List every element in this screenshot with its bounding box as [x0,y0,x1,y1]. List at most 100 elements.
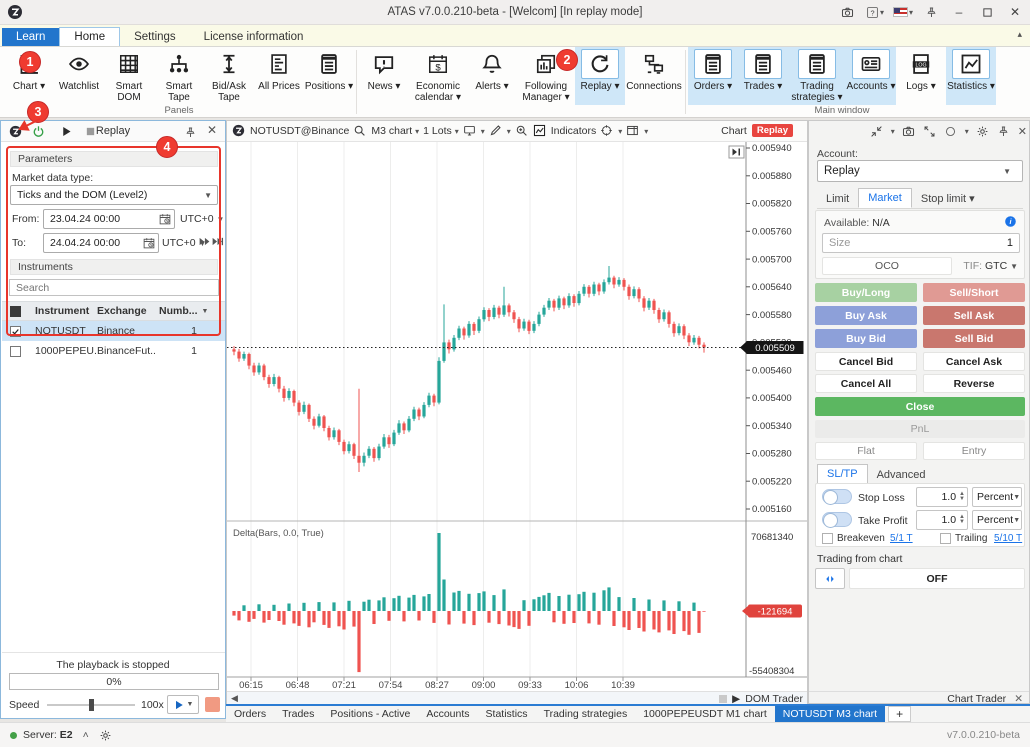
chart-trading-arrows-button[interactable] [815,568,845,589]
breakeven-checkbox[interactable] [822,533,833,544]
fast-forward-icon[interactable] [198,235,211,248]
instrument-row-1000pepeu[interactable]: 1000PEPEU...BinanceFut...1 [2,341,225,361]
crosshair-icon[interactable] [600,124,614,138]
scroll-right-icon[interactable]: ▶ [732,693,740,705]
buy-ask-button[interactable]: Buy Ask [815,306,917,325]
menu-tab-home[interactable]: Home [59,27,120,46]
cancel-ask-button[interactable]: Cancel Ask [923,352,1025,371]
pin-icon[interactable] [997,125,1011,139]
settings-gear-icon[interactable] [99,729,112,742]
slider-thumb[interactable] [89,699,94,711]
order-tab-stop-limit[interactable]: Stop limit ▾ [912,189,984,208]
ribbon-button-watchlist[interactable]: Watchlist [54,47,104,105]
skip-to-end-icon[interactable] [211,235,224,248]
pin-panel-icon[interactable] [181,124,199,140]
indicators-button[interactable]: Indicators [551,125,597,137]
ribbon-button-news[interactable]: News ▾ [359,47,409,105]
chevron-up-icon[interactable]: ˄ [83,729,89,741]
ribbon-button-replay[interactable]: Replay ▾ [575,47,625,105]
price-chart[interactable]: 06:1506:4807:2107:5408:2709:0009:3310:06… [227,142,807,691]
bottom-tab-positions-active[interactable]: Positions - Active [322,706,418,722]
drawing-tools-icon[interactable] [489,124,503,138]
menu-tab-settings[interactable]: Settings [120,28,190,46]
language-button[interactable]: ▾ [892,3,914,22]
maximize-button[interactable] [976,3,998,22]
trailing-link[interactable]: 5/10 T [994,533,1022,544]
theme-icon[interactable] [944,125,958,139]
monitor-icon[interactable] [463,124,477,138]
sell-ask-button[interactable]: Sell Ask [923,306,1025,325]
scroll-left-icon[interactable]: ◀ [231,693,238,704]
stop-loss-unit-dropdown[interactable]: Percent▼ [972,487,1022,507]
ribbon-button-alerts[interactable]: Alerts ▾ [467,47,517,105]
ribbon-button-positions[interactable]: Positions ▾ [304,47,354,105]
trailing-checkbox[interactable] [940,533,951,544]
bottom-tab-orders[interactable]: Orders [226,706,274,722]
expand-icon[interactable] [923,125,937,139]
bottom-tab-1000pepeusdt-m1-chart[interactable]: 1000PEPEUSDT M1 chart [635,706,775,722]
info-icon[interactable]: i [1004,215,1017,228]
take-profit-unit-dropdown[interactable]: Percent▼ [972,510,1022,530]
sell-bid-button[interactable]: Sell Bid [923,329,1025,348]
close-position-button[interactable]: Close [815,397,1025,416]
chart-trader-tab[interactable]: Chart Trader [947,693,1006,705]
screenshot-icon[interactable] [836,3,858,22]
bottom-tab-accounts[interactable]: Accounts [418,706,477,722]
menu-tab-learn[interactable]: Learn [2,28,59,46]
gear-icon[interactable] [976,125,990,139]
reverse-button[interactable]: Reverse [923,374,1025,393]
lots-dropdown[interactable]: 1 Lots ▾ [423,125,459,137]
tif-dropdown[interactable]: TIF: GTC ▼ [963,260,1018,272]
column-exchange[interactable]: Exchange [97,305,155,317]
bottom-tab-statistics[interactable]: Statistics [478,706,536,722]
column-instrument[interactable]: Instrument [35,305,97,317]
take-profit-value[interactable]: 1.0▲▼ [916,510,968,530]
buy-long-button[interactable]: Buy/Long [815,283,917,302]
indicators-icon[interactable] [533,124,547,138]
speed-slider[interactable] [47,704,135,706]
flat-button[interactable]: Flat [815,442,917,460]
chart-symbol[interactable]: NOTUSDT@Binance [250,125,349,137]
trading-off-button[interactable]: OFF [849,568,1025,589]
column-number[interactable]: Numb... [159,305,198,317]
ribbon-button-economic-calendar[interactable]: $Economic calendar ▾ [409,47,467,105]
close-button[interactable]: ✕ [1004,3,1026,22]
ribbon-button-bid-ask-tape[interactable]: Bid/Ask Tape [204,47,254,105]
ribbon-button-accounts[interactable]: Accounts ▾ [846,47,896,105]
sltp-tab-advanced[interactable]: Advanced [868,466,935,484]
row-checkbox[interactable] [10,346,21,357]
to-date-input[interactable]: 24.04.24 00:00 [43,233,159,253]
play-button[interactable]: ▼ [167,695,199,714]
help-button[interactable]: ?▾ [864,3,886,22]
ribbon-button-logs[interactable]: LOGLogs ▾ [896,47,946,105]
ribbon-button-statistics[interactable]: Statistics ▾ [946,47,996,105]
ribbon-button-connections[interactable]: Connections [625,47,683,105]
chart-scrollbar[interactable]: ◀ ▶ DOM Trader [227,691,807,705]
account-dropdown[interactable]: Replay ▼ [817,160,1023,182]
close-icon[interactable]: ✕ [1014,693,1023,705]
bottom-tab-notusdt-m3-chart[interactable]: NOTUSDT M3 chart [775,706,885,722]
bottom-tab-trades[interactable]: Trades [274,706,322,722]
close-icon[interactable]: ✕ [1018,125,1027,138]
take-profit-toggle[interactable] [822,512,852,527]
entry-button[interactable]: Entry [923,442,1025,460]
ribbon-button-trading-strategies[interactable]: Trading strategies ▾ [788,47,846,105]
ribbon-button-all-prices[interactable]: All Prices [254,47,304,105]
minimize-button[interactable]: – [948,3,970,22]
oco-button[interactable]: OCO [822,257,952,275]
ribbon-button-trades[interactable]: Trades ▾ [738,47,788,105]
cancel-all-button[interactable]: Cancel All [815,374,917,393]
ribbon-button-smart-dom[interactable]: Smart DOM [104,47,154,105]
zoom-in-icon[interactable] [515,124,529,138]
cancel-bid-button[interactable]: Cancel Bid [815,352,917,371]
ribbon-button-smart-tape[interactable]: Smart Tape [154,47,204,105]
select-all-checkbox[interactable] [10,306,21,317]
dom-trader-tab[interactable]: DOM Trader [745,693,803,705]
search-input[interactable] [10,280,218,295]
menu-tab-license-information[interactable]: License information [190,28,318,46]
row-checkbox[interactable] [10,326,21,337]
buy-bid-button[interactable]: Buy Bid [815,329,917,348]
sltp-tab-sl-tp[interactable]: SL/TP [817,464,868,484]
bottom-tab-trading-strategies[interactable]: Trading strategies [536,706,636,722]
size-input[interactable]: Size 1 [822,233,1020,253]
